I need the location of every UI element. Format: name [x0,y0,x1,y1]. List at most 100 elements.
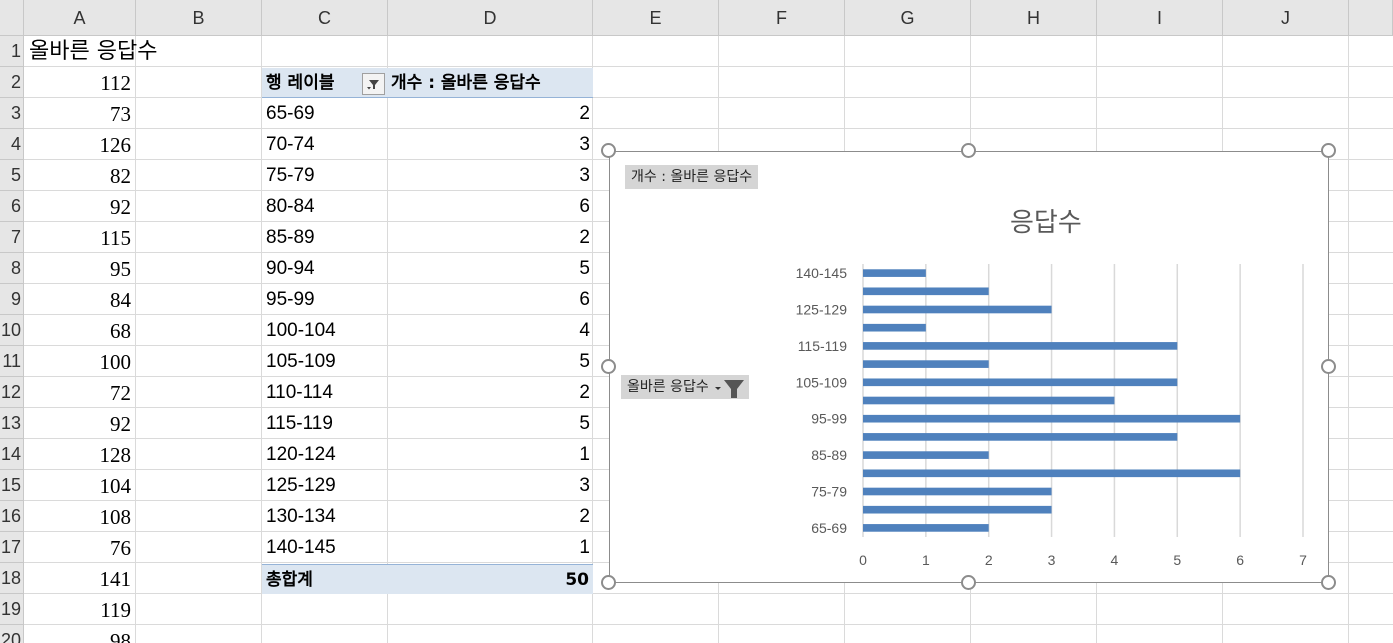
bar-70-74[interactable] [863,505,1052,514]
cell-a15[interactable]: 104 [25,470,135,500]
pivot-row-label[interactable]: 85-89 [266,222,315,253]
cell-a9[interactable]: 84 [25,284,135,314]
bar-105-109[interactable] [863,378,1178,387]
row-header-5[interactable]: 5 [0,160,24,191]
row-header-17[interactable]: 17 [0,532,24,563]
pivot-row-count[interactable]: 5 [579,253,590,284]
column-header-j[interactable]: J [1223,0,1349,36]
pivot-row-count[interactable]: 6 [579,284,590,315]
pivot-row-label[interactable]: 115-119 [266,408,333,439]
bar-120-124[interactable] [863,323,926,332]
cell-a1-title[interactable]: 올바른 응답수 [29,36,157,67]
resize-handle[interactable] [1321,143,1336,158]
row-header-15[interactable]: 15 [0,470,24,501]
row-header-9[interactable]: 9 [0,284,24,315]
row-header-16[interactable]: 16 [0,501,24,532]
cell-a14[interactable]: 128 [25,439,135,469]
pivot-chart[interactable]: 개수 : 올바른 응답수 올바른 응답수 응답수 0 1 2 3 4 5 6 7 65-69 75… [609,151,1329,583]
bar-130-134[interactable] [863,287,989,296]
row-header-8[interactable]: 8 [0,253,24,284]
pivot-row-label[interactable]: 100-104 [266,315,336,346]
column-header-i[interactable]: I [1097,0,1223,36]
cell-a10[interactable]: 68 [25,315,135,345]
cell-a11[interactable]: 100 [25,346,135,376]
pivot-row-count[interactable]: 2 [579,501,590,532]
pivot-row-label[interactable]: 105-109 [266,346,336,377]
row-header-20[interactable]: 20 [0,625,24,643]
pivot-value-header[interactable]: 개수 : 올바른 응답수 [391,68,541,98]
pivot-row-count[interactable]: 4 [579,315,590,346]
bar-95-99[interactable] [863,414,1241,423]
resize-handle[interactable] [961,575,976,590]
pivot-row-label[interactable]: 110-114 [266,377,333,408]
cell-a7[interactable]: 115 [25,222,135,252]
column-header-c[interactable]: C [262,0,388,36]
pivot-row-count[interactable]: 2 [579,98,590,129]
row-header-4[interactable]: 4 [0,129,24,160]
resize-handle[interactable] [961,143,976,158]
resize-handle[interactable] [1321,575,1336,590]
pivot-row-label[interactable]: 75-79 [266,160,315,191]
pivot-row-count[interactable]: 3 [579,160,590,191]
pivot-row-label[interactable]: 80-84 [266,191,315,222]
row-header-18[interactable]: 18 [0,563,24,594]
row-header-10[interactable]: 10 [0,315,24,346]
column-header-d[interactable]: D [388,0,593,36]
cell-a5[interactable]: 82 [25,160,135,190]
bar-90-94[interactable] [863,433,1178,441]
bar-140-145[interactable] [863,269,926,277]
pivot-row-count[interactable]: 5 [579,346,590,377]
pivot-row-label-header[interactable]: 행 레이블 [266,68,334,98]
pivot-row-count[interactable]: 1 [579,532,590,563]
cell-a2[interactable]: 112 [25,67,135,97]
cell-a6[interactable]: 92 [25,191,135,221]
bar-80-84[interactable] [863,469,1241,478]
pivot-total-value[interactable]: 50 [565,565,589,595]
cell-a8[interactable]: 95 [25,253,135,283]
row-header-12[interactable]: 12 [0,377,24,408]
pivot-row-count[interactable]: 2 [579,222,590,253]
pivot-row-count[interactable]: 3 [579,129,590,160]
resize-handle[interactable] [601,575,616,590]
bar-125-129[interactable] [863,305,1052,314]
row-header-13[interactable]: 13 [0,408,24,439]
bar-65-69[interactable] [863,524,989,532]
column-header-b[interactable]: B [136,0,262,36]
column-header-f[interactable]: F [719,0,845,36]
bar-85-89[interactable] [863,451,989,459]
pivot-row-count[interactable]: 2 [579,377,590,408]
pivot-row-label[interactable]: 65-69 [266,98,315,129]
pivot-row-label[interactable]: 90-94 [266,253,315,284]
column-header-g[interactable]: G [845,0,971,36]
pivot-row-label[interactable]: 70-74 [266,129,315,160]
pivot-row-count[interactable]: 5 [579,408,590,439]
cell-a16[interactable]: 108 [25,501,135,531]
row-header-6[interactable]: 6 [0,191,24,222]
pivot-row-count[interactable]: 1 [579,439,590,470]
cell-a12[interactable]: 72 [25,377,135,407]
bar-100-104[interactable] [863,396,1115,405]
pivot-row-label[interactable]: 130-134 [266,501,336,532]
row-header-2[interactable]: 2 [0,67,24,98]
bar-115-119[interactable] [863,342,1178,350]
cell-a13[interactable]: 92 [25,408,135,438]
select-all-corner[interactable] [0,0,24,36]
row-header-3[interactable]: 3 [0,98,24,129]
pivot-row-label[interactable]: 125-129 [266,470,336,501]
pivot-row-label[interactable]: 120-124 [266,439,336,470]
column-header-e[interactable]: E [593,0,719,36]
bar-110-114[interactable] [863,360,989,368]
pivot-total-label[interactable]: 총합계 [266,565,313,595]
column-header-h[interactable]: H [971,0,1097,36]
cell-a20[interactable]: 98 [25,625,135,643]
row-header-14[interactable]: 14 [0,439,24,470]
row-header-19[interactable]: 19 [0,594,24,625]
pivot-row-count[interactable]: 6 [579,191,590,222]
row-header-11[interactable]: 11 [0,346,24,377]
pivot-row-label[interactable]: 95-99 [266,284,315,315]
pivot-row-label[interactable]: 140-145 [266,532,336,563]
column-header-a[interactable]: A [24,0,136,36]
row-header-1[interactable]: 1 [0,36,24,67]
column-header-k[interactable] [1349,0,1393,36]
pivot-filter-button[interactable] [362,73,385,95]
